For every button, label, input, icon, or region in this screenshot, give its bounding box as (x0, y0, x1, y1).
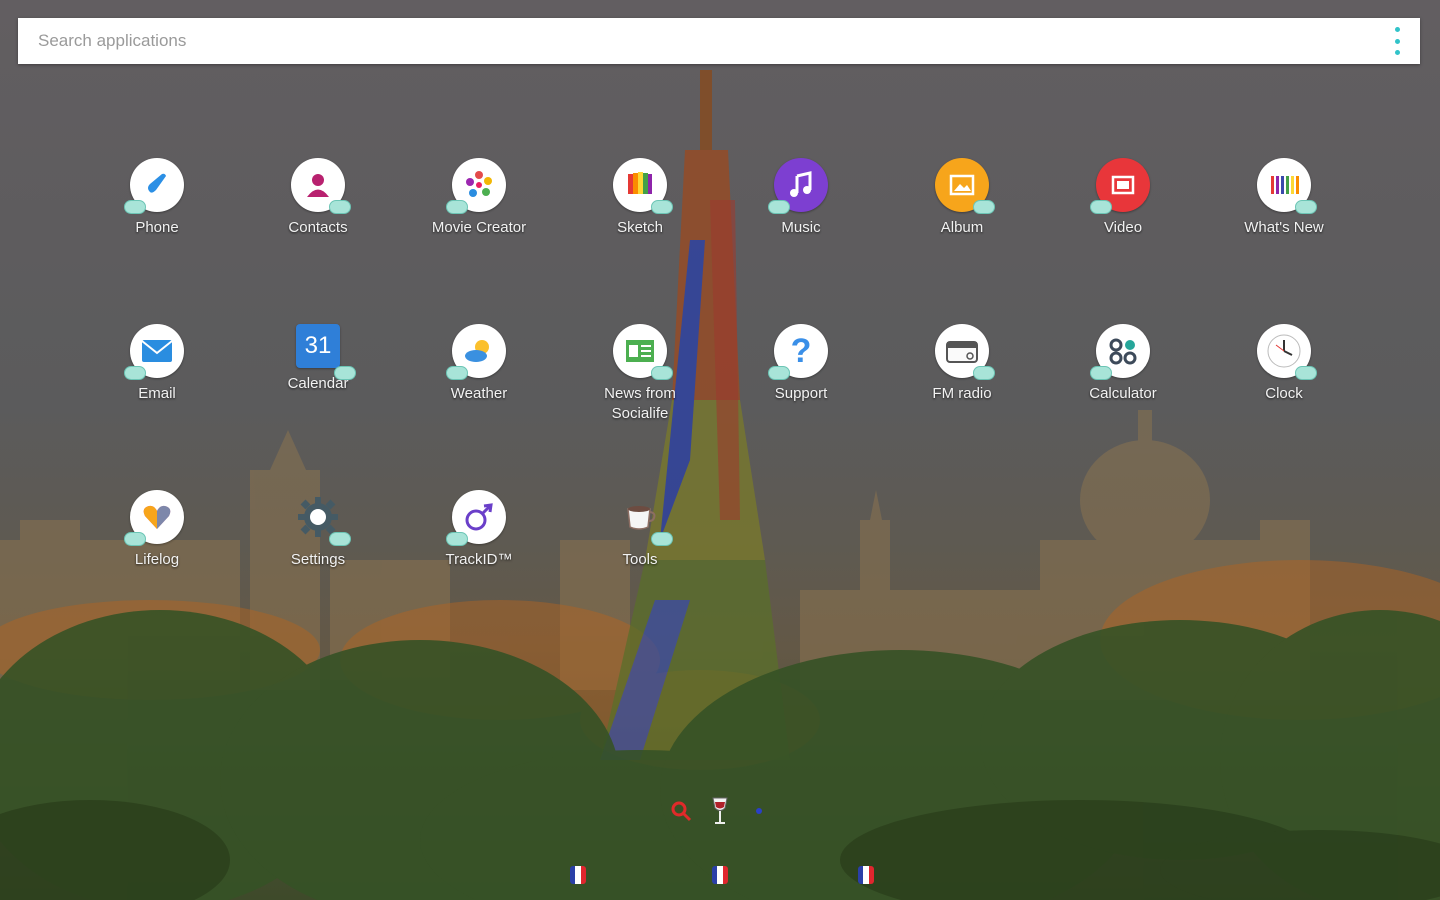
app-label: Tools (622, 551, 658, 568)
cloud-badge-icon (1090, 200, 1112, 214)
cloud-badge-icon (651, 200, 673, 214)
app-sketch[interactable]: Sketch (560, 158, 720, 238)
app-news-from-socialife[interactable]: News from Socialife (560, 324, 720, 424)
french-flag-icon[interactable] (712, 866, 728, 884)
app-label: Sketch (617, 219, 663, 236)
contacts-icon (291, 158, 351, 214)
cloud-badge-icon (124, 532, 146, 546)
app-clock[interactable]: Clock (1204, 324, 1364, 404)
app-label: Clock (1265, 385, 1303, 402)
app-tools[interactable]: Tools (560, 490, 720, 570)
app-fm-radio[interactable]: FM radio (882, 324, 1042, 404)
calculator-icon (1090, 324, 1150, 380)
app-label: Calculator (1089, 385, 1157, 402)
app-label: Lifelog (134, 551, 180, 568)
wine-glass-icon[interactable] (710, 796, 730, 831)
cloud-badge-icon (124, 200, 146, 214)
app-support[interactable]: ? Support (721, 324, 881, 404)
cloud-badge-icon (1295, 200, 1317, 214)
settings-gear-icon (291, 490, 351, 546)
app-label: FM radio (932, 385, 992, 402)
app-weather[interactable]: Weather (399, 324, 559, 404)
app-label: Movie Creator (431, 219, 527, 236)
app-label: Album (940, 219, 984, 236)
email-icon (124, 324, 184, 380)
app-label: What's New (1244, 219, 1324, 236)
cloud-badge-icon (446, 532, 468, 546)
app-label: Weather (450, 385, 508, 402)
app-label: News from Socialife (604, 385, 676, 422)
overflow-menu-icon[interactable] (1392, 27, 1402, 55)
app-movie-creator[interactable]: Movie Creator (399, 158, 559, 238)
tools-coffee-icon (613, 490, 673, 546)
video-icon (1090, 158, 1150, 214)
app-calculator[interactable]: Calculator (1043, 324, 1203, 404)
cloud-badge-icon (329, 532, 351, 546)
fm-radio-icon (935, 324, 995, 380)
cloud-badge-icon (446, 200, 468, 214)
whats-new-icon (1257, 158, 1317, 214)
app-label: Contacts (288, 219, 348, 236)
app-label: Calendar (287, 375, 349, 392)
app-label: Music (781, 219, 821, 236)
app-music[interactable]: Music (721, 158, 881, 238)
music-icon (768, 158, 828, 214)
cloud-badge-icon (768, 200, 790, 214)
calendar-icon: 31 (296, 324, 356, 380)
search-input[interactable] (36, 30, 1392, 52)
search-bar[interactable] (18, 18, 1420, 64)
paris-skyline-illustration (0, 70, 1440, 900)
app-label: Video (1103, 219, 1143, 236)
app-settings[interactable]: Settings (238, 490, 398, 570)
app-calendar[interactable]: 31 Calendar (238, 324, 398, 394)
french-flag-icon[interactable] (570, 866, 586, 884)
wallpaper (0, 0, 1440, 900)
support-icon: ? (768, 324, 828, 380)
news-icon (613, 324, 673, 380)
app-label: TrackID™ (445, 551, 513, 568)
app-trackid[interactable]: TrackID™ (399, 490, 559, 570)
album-icon (935, 158, 995, 214)
french-flag-icon[interactable] (858, 866, 874, 884)
app-lifelog[interactable]: Lifelog (77, 490, 237, 570)
cloud-badge-icon (973, 366, 995, 380)
app-label: Phone (135, 219, 179, 236)
dot-icon[interactable] (756, 808, 762, 814)
clock-icon (1257, 324, 1317, 380)
app-label: Email (138, 385, 176, 402)
search-icon[interactable] (670, 800, 692, 827)
cloud-badge-icon (651, 532, 673, 546)
cloud-badge-icon (329, 200, 351, 214)
phone-icon (124, 158, 184, 214)
cloud-badge-icon (1295, 366, 1317, 380)
app-email[interactable]: Email (77, 324, 237, 404)
app-video[interactable]: Video (1043, 158, 1203, 238)
sketch-icon (613, 158, 673, 214)
cloud-badge-icon (973, 200, 995, 214)
cloud-badge-icon (124, 366, 146, 380)
trackid-icon (446, 490, 506, 546)
app-label: Settings (290, 551, 346, 568)
lifelog-icon (124, 490, 184, 546)
cloud-badge-icon (1090, 366, 1112, 380)
app-phone[interactable]: Phone (77, 158, 237, 238)
movie-creator-icon (446, 158, 506, 214)
cloud-badge-icon (334, 366, 356, 380)
app-what-s-new[interactable]: What's New (1204, 158, 1364, 238)
weather-icon (446, 324, 506, 380)
app-album[interactable]: Album (882, 158, 1042, 238)
app-label: Support (774, 385, 828, 402)
cloud-badge-icon (446, 366, 468, 380)
cloud-badge-icon (768, 366, 790, 380)
app-contacts[interactable]: Contacts (238, 158, 398, 238)
cloud-badge-icon (651, 366, 673, 380)
